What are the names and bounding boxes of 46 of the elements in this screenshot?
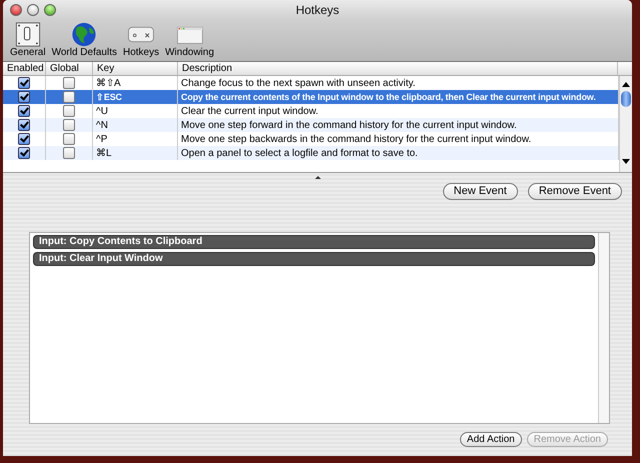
action-item[interactable]: Input: Copy Contents to Clipboard xyxy=(33,235,595,249)
checkbox[interactable] xyxy=(63,133,75,145)
table-row[interactable]: ⌘L Open a panel to select a logfile and format to save to. xyxy=(3,146,619,160)
checkbox[interactable] xyxy=(18,119,30,131)
checkbox[interactable] xyxy=(63,91,75,103)
push-button[interactable]: New Event xyxy=(442,183,518,200)
checkbox[interactable] xyxy=(18,133,30,145)
description-cell: Copy the current contents of the Input window to the clipboard, then Clear the current input window. xyxy=(181,92,596,102)
push-button[interactable]: Remove Event xyxy=(528,183,622,200)
minimize-button[interactable] xyxy=(27,4,39,16)
window-title: Hotkeys xyxy=(296,3,340,17)
description-cell: Clear the current input window. xyxy=(181,106,318,116)
key-cell: ^U xyxy=(96,106,108,116)
checkbox[interactable] xyxy=(18,77,30,89)
checkbox[interactable] xyxy=(63,77,75,89)
column-header[interactable]: Enabled xyxy=(3,62,46,75)
action-item[interactable]: Input: Clear Input Window xyxy=(33,252,595,266)
key-cell: ⌘⇧A xyxy=(96,77,121,89)
column-header[interactable]: Global xyxy=(46,62,93,75)
checkbox[interactable] xyxy=(63,147,75,159)
key-cell: ^P xyxy=(96,134,108,144)
checkbox[interactable] xyxy=(63,105,75,117)
column-header[interactable]: Description xyxy=(178,62,618,75)
description-cell: Change focus to the next spawn with unseen activity. xyxy=(181,78,416,88)
checkbox[interactable] xyxy=(18,91,30,103)
description-cell: Move one step forward in the command history for the current input window. xyxy=(181,120,517,130)
close-button[interactable] xyxy=(10,4,22,16)
column-header[interactable]: Key xyxy=(93,62,178,75)
zoom-button[interactable] xyxy=(44,4,56,16)
toolbar-button[interactable]: World Defaults xyxy=(48,22,120,59)
table-row[interactable]: ⇧ESC Copy the current contents of the Input window to the clipboard, then Clear the current input window. xyxy=(3,90,619,104)
key-cell: ⇧ESC xyxy=(96,92,122,102)
key-cell: ^N xyxy=(96,120,108,130)
toolbar-button[interactable]: Windowing xyxy=(162,22,218,59)
toolbar-button[interactable]: Hotkeys xyxy=(120,22,162,59)
table-row[interactable]: ^N Move one step forward in the command history for the current input window. xyxy=(3,118,619,132)
description-cell: Move one step backwards in the command history for the current input window. xyxy=(181,134,532,144)
scrollbar[interactable] xyxy=(619,76,632,172)
checkbox[interactable] xyxy=(18,147,30,159)
checkbox[interactable] xyxy=(63,119,75,131)
toolbar-button[interactable]: General xyxy=(7,22,49,59)
scroll-thumb[interactable] xyxy=(621,91,631,107)
push-button[interactable]: Add Action xyxy=(460,432,522,447)
key-cell: ⌘L xyxy=(96,147,112,159)
description-cell: Open a panel to select a logfile and format to save to. xyxy=(181,148,418,158)
checkbox[interactable] xyxy=(18,105,30,117)
